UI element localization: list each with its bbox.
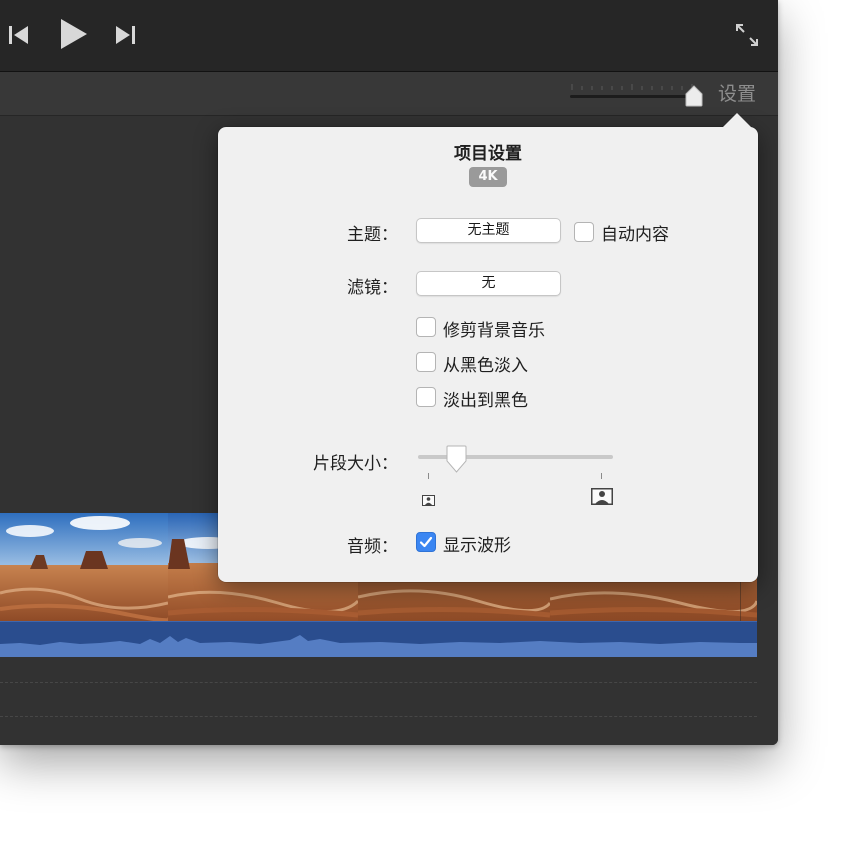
empty-track-divider <box>0 682 757 683</box>
playback-toolbar <box>0 0 778 72</box>
trim-background-music-label[interactable]: 修剪背景音乐 <box>443 316 545 341</box>
skip-forward-icon[interactable] <box>112 22 138 48</box>
theme-label: 主题： <box>347 225 398 245</box>
resolution-badge: 4K <box>469 167 507 187</box>
empty-track-divider <box>0 716 757 717</box>
zoom-slider-thumb[interactable] <box>684 85 704 107</box>
clip-size-slider-thumb[interactable] <box>444 445 469 474</box>
fullscreen-icon[interactable] <box>732 20 762 50</box>
auto-content-checkbox[interactable] <box>574 222 594 242</box>
auto-content-label[interactable]: 自动内容 <box>601 220 669 245</box>
project-settings-popover: 项目设置 4K 主题： 无主题 自动内容 滤镜： 无 修剪背景音乐 从黑色淡入 … <box>218 113 758 582</box>
large-person-icon <box>591 488 613 509</box>
fade-in-from-black-label[interactable]: 从黑色淡入 <box>443 351 528 376</box>
checkmark-icon <box>419 536 433 548</box>
audio-label: 音频： <box>347 537 398 557</box>
theme-popup-button[interactable]: 无主题 <box>416 218 561 243</box>
settings-button[interactable]: 设置 <box>718 83 766 105</box>
play-icon[interactable] <box>56 17 90 51</box>
popover-title: 项目设置 <box>454 144 522 164</box>
timeline-header: 设置 <box>0 72 778 116</box>
audio-waveform <box>0 635 757 657</box>
clip-size-label: 片段大小： <box>313 454 398 474</box>
show-waveform-checkbox[interactable] <box>416 532 436 552</box>
fade-out-to-black-checkbox[interactable] <box>416 387 436 407</box>
show-waveform-label[interactable]: 显示波形 <box>443 531 511 556</box>
filter-popup-button[interactable]: 无 <box>416 271 561 296</box>
filter-label: 滤镜： <box>347 278 398 298</box>
audio-waveform-track[interactable] <box>0 621 757 657</box>
zoom-slider-track[interactable] <box>570 95 695 98</box>
slider-tick-max <box>601 473 602 479</box>
fade-out-to-black-label[interactable]: 淡出到黑色 <box>443 386 528 411</box>
skip-back-icon[interactable] <box>6 22 32 48</box>
trim-background-music-checkbox[interactable] <box>416 317 436 337</box>
popover-arrow <box>722 113 752 128</box>
clip-thumbnail <box>0 513 168 621</box>
slider-tick-min <box>428 473 429 479</box>
fade-in-from-black-checkbox[interactable] <box>416 352 436 372</box>
small-person-icon <box>422 491 435 510</box>
zoom-slider-ticks <box>571 84 693 90</box>
